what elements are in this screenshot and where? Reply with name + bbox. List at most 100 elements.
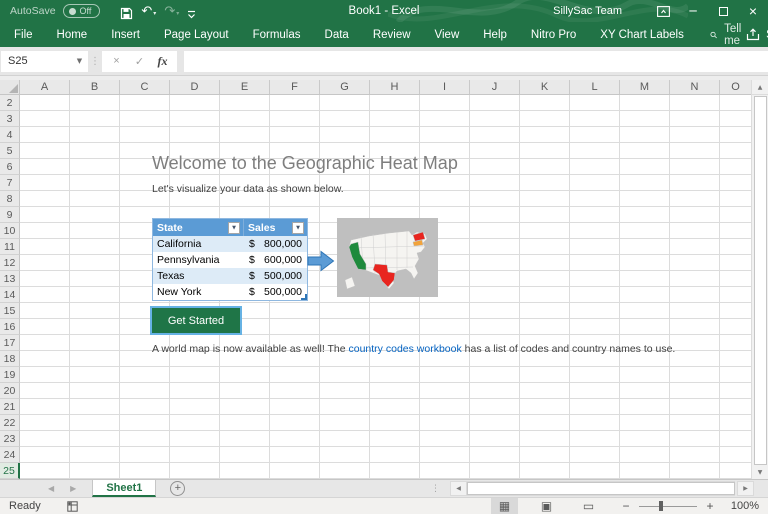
column-header-b[interactable]: B (70, 80, 120, 94)
column-header-h[interactable]: H (370, 80, 420, 94)
new-sheet-button[interactable]: + (170, 481, 185, 496)
tab-scroll-divider[interactable]: ⋮ (431, 484, 440, 494)
column-header-d[interactable]: D (170, 80, 220, 94)
row-header-16[interactable]: 16 (0, 319, 20, 335)
previous-sheet-button[interactable]: ◀ (48, 484, 54, 493)
table-row-california[interactable]: California$800,000 (153, 236, 307, 252)
ribbon-tab-home[interactable]: Home (45, 22, 100, 47)
column-header-o[interactable]: O (720, 80, 751, 94)
column-header-i[interactable]: I (420, 80, 470, 94)
save-button[interactable] (116, 2, 137, 20)
row-header-12[interactable]: 12 (0, 255, 20, 271)
row-header-9[interactable]: 9 (0, 207, 20, 223)
account-name[interactable]: SillySac Team (553, 5, 622, 17)
maximize-button[interactable] (708, 0, 738, 22)
column-header-l[interactable]: L (570, 80, 620, 94)
redo-dropdown-icon[interactable]: ▾ (176, 8, 179, 20)
next-sheet-button[interactable]: ▶ (70, 484, 76, 493)
row-header-7[interactable]: 7 (0, 175, 20, 191)
insert-function-button[interactable]: fx (151, 51, 174, 72)
page-layout-view-button[interactable]: ▣ (533, 498, 560, 514)
autosave-control[interactable]: AutoSave Off (10, 4, 100, 18)
page-break-preview-button[interactable]: ▭ (575, 498, 602, 514)
state-filter-button[interactable]: ▼ (228, 222, 240, 234)
close-button[interactable]: × (738, 0, 768, 22)
row-header-21[interactable]: 21 (0, 399, 20, 415)
row-header-4[interactable]: 4 (0, 127, 20, 143)
column-header-c[interactable]: C (120, 80, 170, 94)
row-header-14[interactable]: 14 (0, 287, 20, 303)
vertical-scroll-up-button[interactable]: ▲ (751, 80, 768, 95)
column-header-k[interactable]: K (520, 80, 570, 94)
ribbon-tab-nitro-pro[interactable]: Nitro Pro (519, 22, 588, 47)
column-header-j[interactable]: J (470, 80, 520, 94)
sample-data-table[interactable]: State ▼ Sales ▼ California$800,000Pennsy… (152, 218, 308, 301)
ribbon-display-options-button[interactable] (648, 0, 678, 22)
horizontal-scrollbar-thumb[interactable] (467, 482, 735, 495)
row-header-15[interactable]: 15 (0, 303, 20, 319)
zoom-slider[interactable] (639, 498, 697, 514)
ribbon-tab-insert[interactable]: Insert (99, 22, 152, 47)
share-button[interactable]: Share (746, 28, 768, 41)
confirm-entry-button[interactable]: ✓ (128, 51, 151, 72)
horizontal-scrollbar-track[interactable] (467, 481, 735, 496)
horizontal-scroll-right-button[interactable]: ▶ (737, 481, 754, 496)
formula-input[interactable] (184, 51, 768, 72)
ribbon-tab-formulas[interactable]: Formulas (241, 22, 313, 47)
row-header-25[interactable]: 25 (0, 463, 20, 479)
row-header-17[interactable]: 17 (0, 335, 20, 351)
row-header-24[interactable]: 24 (0, 447, 20, 463)
select-all-corner[interactable] (0, 80, 20, 95)
column-header-a[interactable]: A (20, 80, 70, 94)
redo-button[interactable]: ↷▾ (160, 2, 183, 20)
ribbon-tab-file[interactable]: File (2, 22, 45, 47)
name-box-dropdown-icon[interactable]: ▼ (71, 51, 88, 72)
zoom-level-label[interactable]: 100% (719, 500, 759, 512)
row-header-11[interactable]: 11 (0, 239, 20, 255)
row-header-18[interactable]: 18 (0, 351, 20, 367)
column-header-g[interactable]: G (320, 80, 370, 94)
row-header-3[interactable]: 3 (0, 111, 20, 127)
column-header-f[interactable]: F (270, 80, 320, 94)
cancel-entry-button[interactable]: × (105, 51, 128, 72)
row-header-10[interactable]: 10 (0, 223, 20, 239)
row-header-19[interactable]: 19 (0, 367, 20, 383)
sheet-tab-sheet1[interactable]: Sheet1 (92, 480, 156, 497)
ribbon-tab-data[interactable]: Data (313, 22, 361, 47)
column-header-m[interactable]: M (620, 80, 670, 94)
ribbon-tab-review[interactable]: Review (361, 22, 423, 47)
vertical-scroll-down-button[interactable]: ▼ (752, 466, 768, 479)
undo-dropdown-icon[interactable]: ▾ (153, 8, 156, 20)
ribbon-tab-xy-chart-labels[interactable]: XY Chart Labels (588, 22, 696, 47)
autosave-toggle[interactable]: Off (63, 4, 101, 18)
table-row-pennsylvania[interactable]: Pennsylvania$600,000 (153, 252, 307, 268)
ribbon-tab-help[interactable]: Help (471, 22, 519, 47)
table-row-new-york[interactable]: New York$500,000 (153, 284, 307, 300)
row-header-23[interactable]: 23 (0, 431, 20, 447)
tell-me-box[interactable]: Tell me (710, 23, 746, 47)
vertical-scrollbar-thumb[interactable] (754, 96, 767, 465)
sales-filter-button[interactable]: ▼ (292, 222, 304, 234)
undo-button[interactable]: ↶▾ (137, 2, 160, 20)
cell-grid[interactable]: Welcome to the Geographic Heat Map Let's… (20, 95, 751, 479)
zoom-in-button[interactable]: + (701, 499, 719, 513)
table-row-texas[interactable]: Texas$500,000 (153, 268, 307, 284)
row-header-6[interactable]: 6 (0, 159, 20, 175)
row-header-20[interactable]: 20 (0, 383, 20, 399)
horizontal-scrollbar[interactable]: ⋮ ◀ ▶ (431, 480, 754, 497)
row-header-13[interactable]: 13 (0, 271, 20, 287)
column-header-n[interactable]: N (670, 80, 720, 94)
vertical-scrollbar[interactable]: ▼ (751, 95, 768, 479)
minimize-button[interactable]: ─ (678, 0, 708, 22)
zoom-slider-thumb[interactable] (659, 501, 663, 511)
record-macro-button[interactable] (67, 501, 78, 512)
row-header-5[interactable]: 5 (0, 143, 20, 159)
ribbon-tab-page-layout[interactable]: Page Layout (152, 22, 241, 47)
ribbon-tab-view[interactable]: View (423, 22, 472, 47)
row-header-22[interactable]: 22 (0, 415, 20, 431)
country-codes-workbook-link[interactable]: country codes workbook (349, 343, 462, 355)
customize-quick-access-toolbar-button[interactable] (183, 2, 200, 20)
name-box[interactable]: S25 (1, 51, 71, 72)
column-header-e[interactable]: E (220, 80, 270, 94)
zoom-out-button[interactable]: − (617, 499, 635, 513)
